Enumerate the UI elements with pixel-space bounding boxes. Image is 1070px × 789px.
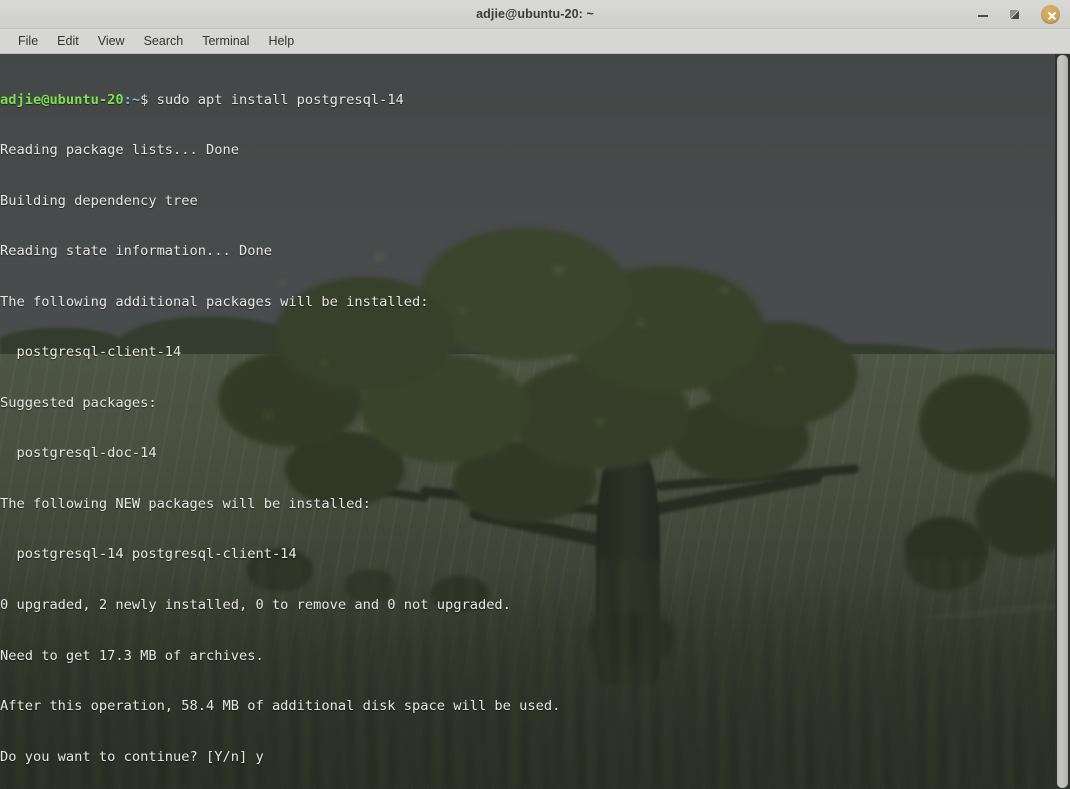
minimize-button[interactable] [973,4,994,25]
scrollbar-thumb[interactable] [1057,55,1068,788]
close-button[interactable] [1040,4,1061,25]
menu-item-terminal[interactable]: Terminal [193,32,258,51]
restore-icon [1010,10,1019,19]
menu-item-view[interactable]: View [89,32,134,51]
terminal-output-line: Reading state information... Done [0,243,272,260]
window-title: adjie@ubuntu-20: ~ [476,7,594,21]
terminal-output-line: The following NEW packages will be insta… [0,495,371,512]
terminal-prompt-line: adjie@ubuntu-20:~$ sudo apt install post… [0,92,1060,109]
minimize-icon [978,15,988,17]
menu-bar: File Edit View Search Terminal Help [0,29,1070,54]
menu-item-file[interactable]: File [9,32,47,51]
terminal-output-line: postgresql-client-14 [0,344,182,361]
terminal-output-line: postgresql-14 postgresql-client-14 [0,546,297,563]
menu-item-help[interactable]: Help [259,32,303,51]
prompt-path: :~ [123,91,141,108]
terminal-output-line: After this operation, 58.4 MB of additio… [0,698,561,715]
terminal-screen[interactable]: adjie@ubuntu-20:~$ sudo apt install post… [0,54,1060,789]
terminal-prompt-confirm: Do you want to continue? [Y/n] y [0,748,264,765]
terminal-output-line: The following additional packages will b… [0,293,429,310]
menu-item-search[interactable]: Search [135,32,193,51]
terminal-output-line: Building dependency tree [0,192,198,209]
prompt-command: sudo apt install postgresql-14 [148,91,404,108]
maximize-button[interactable] [1004,4,1025,25]
terminal-output-line: postgresql-doc-14 [0,445,157,462]
terminal-body[interactable]: adjie@ubuntu-20:~$ sudo apt install post… [0,54,1070,789]
terminal-window: adjie@ubuntu-20: ~ File Edit View Search… [0,0,1070,789]
terminal-output-line: Reading package lists... Done [0,142,239,159]
menu-item-edit[interactable]: Edit [48,32,88,51]
terminal-output-line: Need to get 17.3 MB of archives. [0,647,264,664]
close-icon [1041,5,1060,24]
prompt-user-host: adjie@ubuntu-20 [0,91,124,108]
terminal-output-line: Suggested packages: [0,394,157,411]
terminal-output-line: 0 upgraded, 2 newly installed, 0 to remo… [0,597,511,613]
title-bar: adjie@ubuntu-20: ~ [0,0,1070,29]
